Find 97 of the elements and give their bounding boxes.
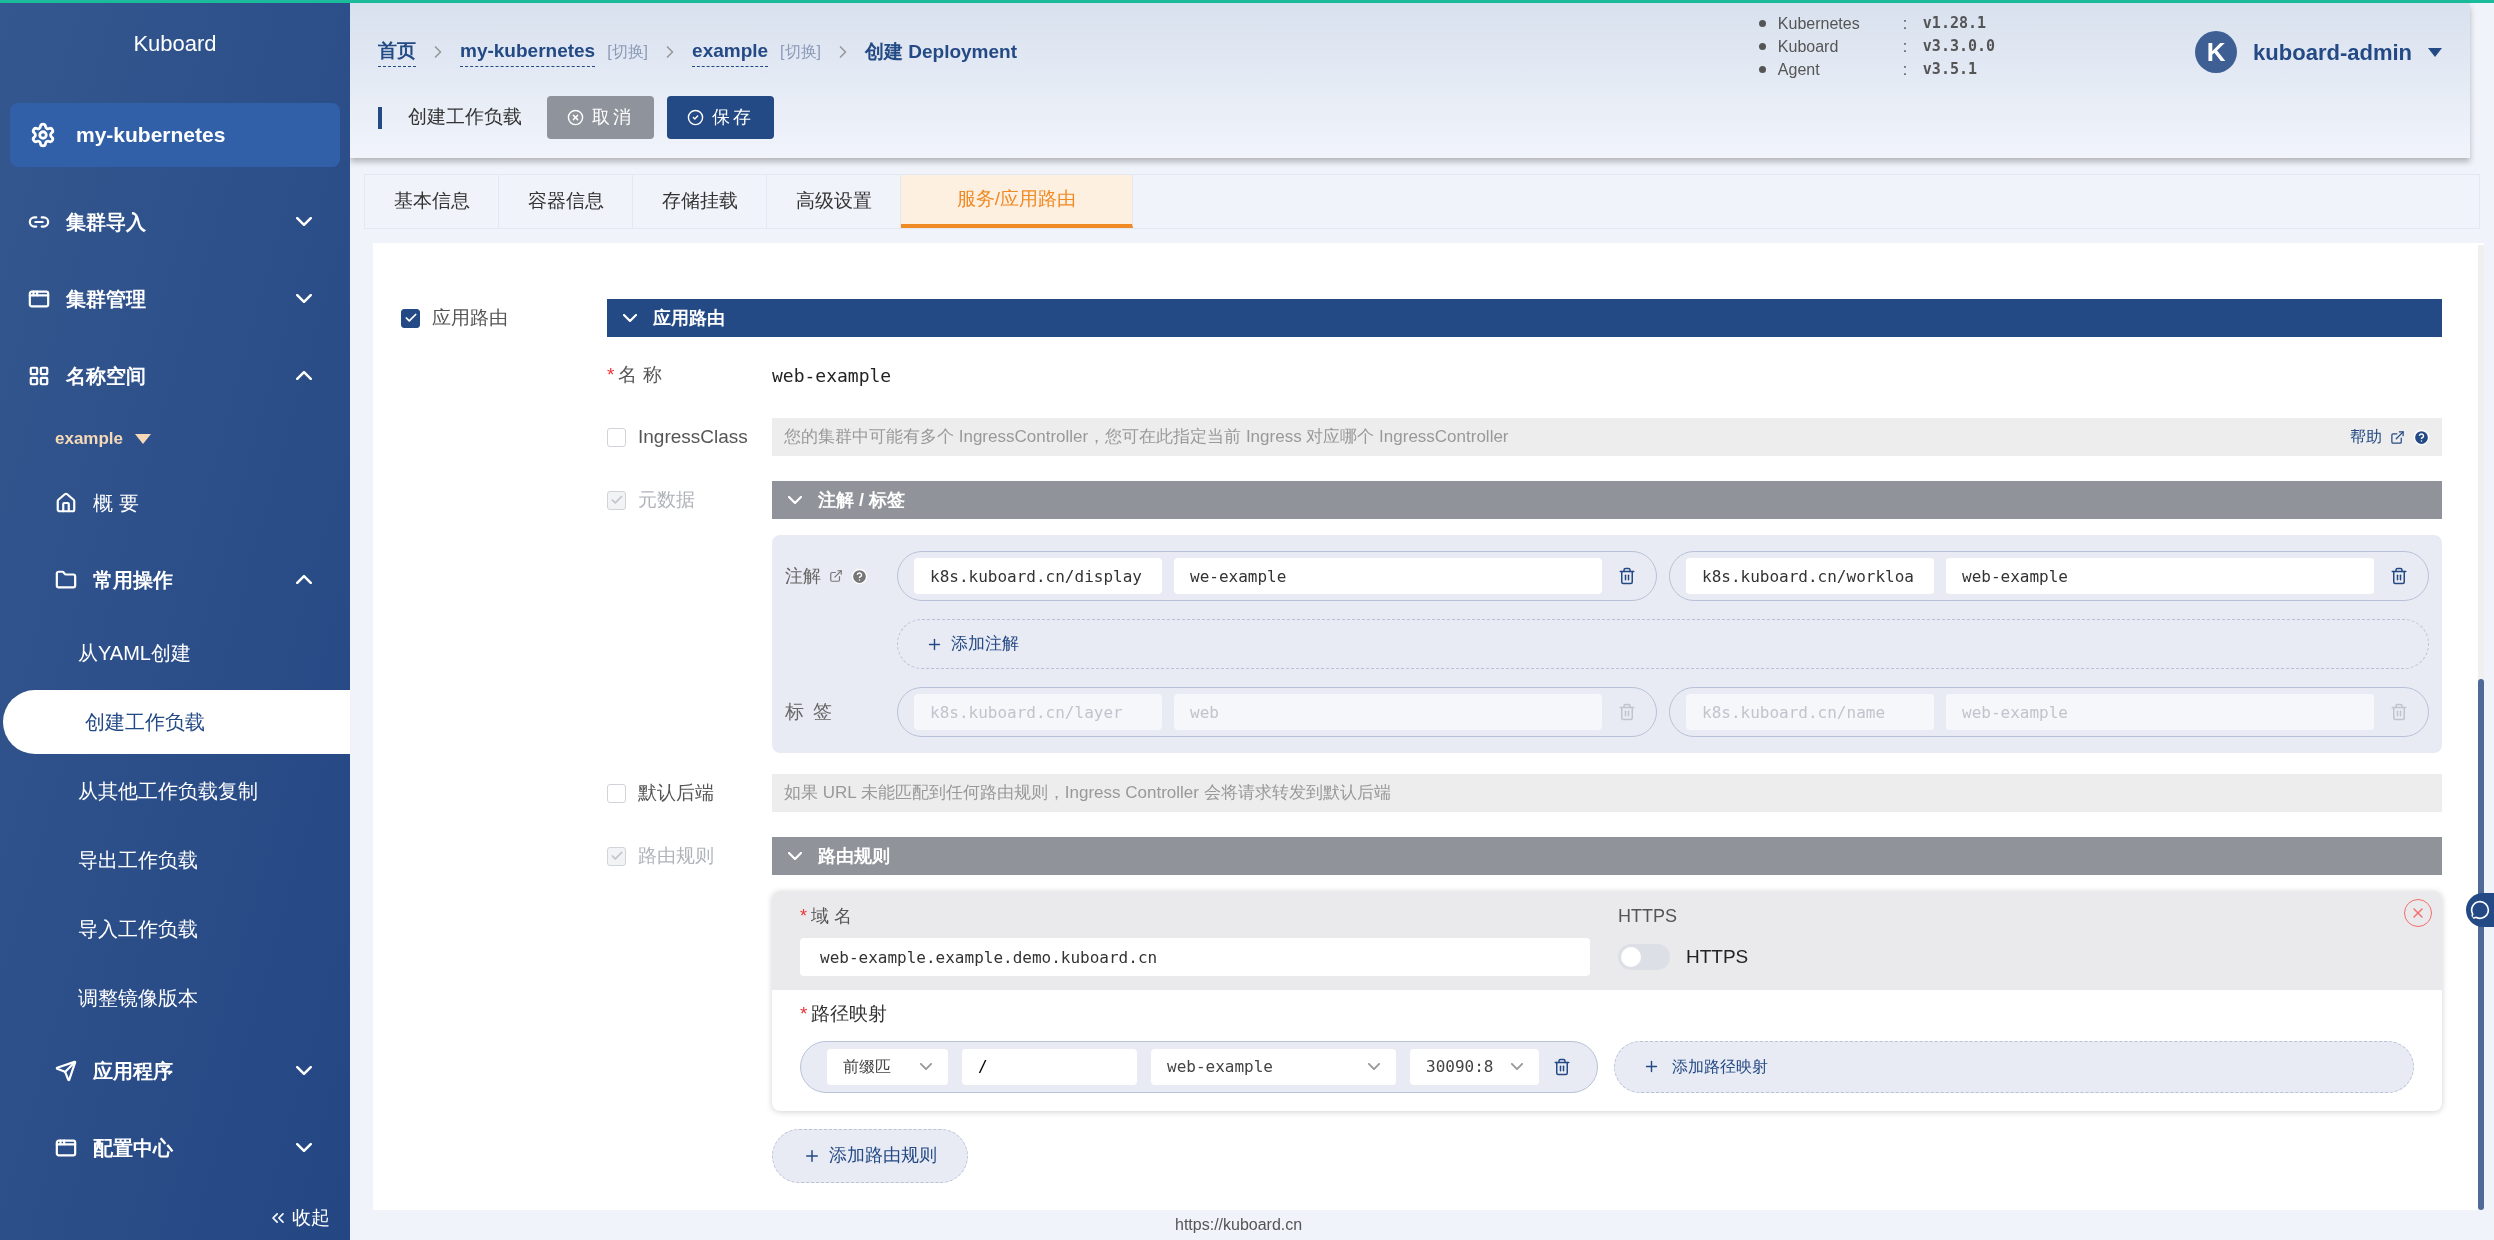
sidebar-item[interactable]: 调整镜像版本 [0,982,198,1013]
check-icon [609,849,624,863]
chevron-down-icon [788,852,802,860]
caret-icon [135,434,152,444]
tab[interactable]: 基本信息 [365,175,499,228]
delete-icon[interactable] [1553,1057,1571,1076]
chevron-down-icon [296,1066,312,1075]
sidebar-item[interactable]: 导入工作负载 [0,913,198,944]
required-mark: * [800,1002,808,1026]
tab[interactable]: 容器信息 [499,175,633,228]
help-icon[interactable] [851,567,868,585]
section-header[interactable]: 应用路由 [607,299,2442,337]
bullet-icon [1758,66,1766,73]
checkbox-label: IngressClass [638,424,748,449]
chevron-down-icon [1511,1063,1523,1070]
chat-icon[interactable] [2466,893,2494,927]
version-name: Kubernetes [1777,14,1861,34]
caret-icon [2428,47,2442,57]
hint-text: 如果 URL 未能匹配到任何路由规则，Ingress Controller 会将请求转发到默认后端 [784,782,1391,805]
home-icon [55,491,77,514]
sidebar-group[interactable]: 集群导入 [0,183,350,260]
section-title: 应用路由 [653,306,725,330]
user-avatar: K [2195,31,2238,73]
sidebar-item[interactable]: 概 要 [0,464,350,541]
settings-icon [30,122,56,148]
required-mark: * [607,362,615,387]
required-mark: * [800,905,807,928]
checkbox-label: 元数据 [638,487,695,512]
breadcrumb-current: 创建 Deployment [865,39,1018,64]
breadcrumb-link[interactable]: example [692,37,769,67]
sidebar-item[interactable]: 从YAML创建 [0,637,191,668]
title-marker [378,106,382,129]
checkbox-label: 默认后端 [638,780,714,805]
section-title: 路由规则 [818,844,890,868]
field-label: 域 名 [811,905,853,928]
collapse-button[interactable]: 收起 [268,1203,330,1232]
breadcrumb-link[interactable]: 首页 [378,37,416,67]
version-name: Agent [1777,60,1821,80]
sidebar-item[interactable]: 从其他工作负载复制 [0,775,258,806]
name-value: web-example [772,363,892,388]
footer-link[interactable]: https://kuboard.cn [350,1210,2494,1240]
toggle-label: HTTPS [1686,944,1749,969]
chevron-down-icon [623,314,637,322]
external-link-icon[interactable] [829,569,843,583]
chevron-up-icon [296,575,312,584]
help-link[interactable]: 帮助 [2350,425,2382,449]
chevron-down-icon [788,496,802,504]
version-name: Kuboard [1777,37,1840,57]
user-menu[interactable]: K kuboard-admin [2195,31,2442,73]
paper-plane-icon [55,1059,77,1082]
hint-text: 您的集群中可能有多个 IngressController，您可在此指定当前 Ingress 对应哪个 IngressController [784,426,1510,449]
version-value: v1.28.1 [1922,13,1987,34]
save-button[interactable]: 保存 [667,96,774,139]
folder-icon [55,568,77,591]
sidebar-group[interactable]: 应用程序 [0,1032,350,1109]
plus-icon [1643,1058,1660,1075]
bullet-icon [1758,43,1766,50]
check-icon [609,493,624,507]
tab[interactable]: 存储挂载 [633,175,767,228]
sidebar-group[interactable]: 常用操作 [0,541,350,618]
help-icon[interactable] [2413,428,2430,446]
separator: : [1902,60,1909,80]
check-icon [403,311,418,325]
version-value: v3.3.0.0 [1922,36,1996,57]
field-label: 标 签 [785,699,835,724]
chevron-down-icon [296,217,312,226]
field-label: 注解 [785,564,821,588]
chevron-up-icon [296,371,312,380]
sidebar-group[interactable]: 名称空间 [0,337,350,414]
separator: : [1902,14,1909,34]
app-title: Kuboard [132,29,218,58]
sidebar-item[interactable]: 创建工作负载 [3,689,350,754]
sidebar-group[interactable]: 集群管理 [0,260,350,337]
check-circle-icon [687,109,704,126]
checkbox-label: 应用路由 [432,305,508,330]
chevron-down-icon [1368,1063,1380,1070]
namespace-selector[interactable]: example [0,414,350,464]
field-label: 路径映射 [811,1002,888,1026]
sidebar-group[interactable]: 配置中心 [0,1109,350,1186]
separator: : [1902,37,1909,57]
bullet-icon [1758,20,1766,27]
checkbox[interactable] [401,308,420,328]
field-label: HTTPS [1618,905,1678,928]
x-circle-icon [567,109,584,126]
page-title: 创建工作负载 [408,105,522,130]
section-title: 注解 / 标签 [818,488,905,512]
version-value: v3.5.1 [1922,59,1978,80]
sidebar-item[interactable]: 导出工作负载 [0,844,198,875]
checkbox-label: 路由规则 [638,843,714,868]
field-label: 名 称 [618,362,662,387]
cluster-button[interactable]: my-kubernetes [10,103,340,167]
grid-icon [28,364,50,387]
chevron-down-icon [920,1063,932,1070]
external-link-icon[interactable] [2390,429,2405,445]
chevron-down-icon [296,1143,312,1152]
breadcrumb-link[interactable]: my-kubernetes [460,37,596,67]
chevron-down-icon [296,294,312,303]
